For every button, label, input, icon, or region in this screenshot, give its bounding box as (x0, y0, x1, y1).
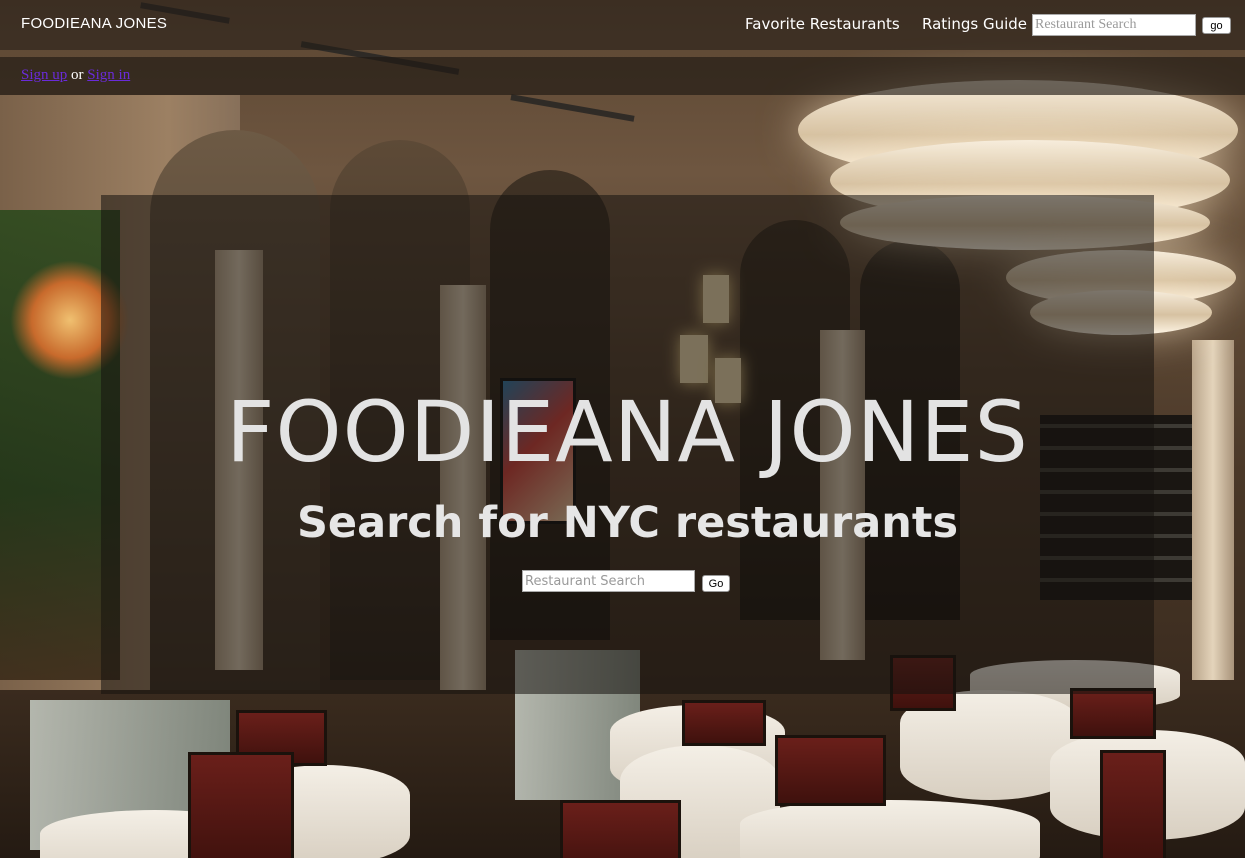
nav-ratings-guide[interactable]: Ratings Guide (922, 15, 1027, 33)
hero-panel: FOODIEANA JONES Search for NYC restauran… (101, 195, 1154, 694)
auth-or-text: or (67, 67, 88, 83)
header-search-input[interactable] (1032, 14, 1196, 36)
background-chair (1070, 688, 1156, 739)
background-chair (1100, 750, 1166, 858)
auth-bar: Sign up or Sign in (0, 57, 1245, 95)
background-chair (188, 752, 294, 858)
sign-in-link[interactable]: Sign in (87, 67, 130, 83)
auth-links: Sign up or Sign in (21, 67, 130, 84)
hero-subtitle: Search for NYC restaurants (296, 498, 959, 548)
background-chair (682, 700, 766, 746)
hero-search-input[interactable] (522, 570, 695, 592)
hero-search-go-button[interactable]: Go (702, 575, 730, 592)
brand-logo[interactable]: FOODIEANA JONES (21, 15, 167, 32)
sign-up-link[interactable]: Sign up (21, 67, 67, 83)
top-navbar: FOODIEANA JONES Favorite Restaurants Rat… (0, 0, 1245, 50)
background-pillar (1192, 340, 1234, 680)
background-chair (560, 800, 681, 858)
nav-favorite-restaurants[interactable]: Favorite Restaurants (745, 15, 900, 33)
hero-title: FOODIEANA JONES (226, 383, 1029, 481)
background-vent (510, 94, 635, 122)
header-search-go-button[interactable]: go (1202, 17, 1231, 34)
background-table (740, 800, 1040, 858)
background-chair (775, 735, 886, 806)
